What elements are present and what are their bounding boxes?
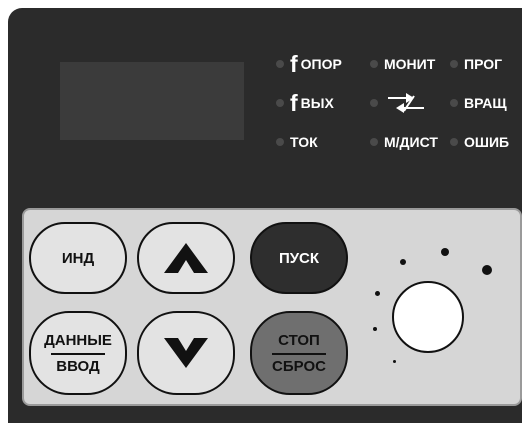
f-symbol: f [290,89,298,116]
led-f-opor [276,60,284,68]
led-f-vyh [276,99,284,107]
indicator-label: М/ДИСТ [384,134,438,150]
led-monit [370,60,378,68]
led-prog [450,60,458,68]
separator-line [272,352,326,355]
up-button[interactable] [137,222,235,294]
indicator-m-dist: М/ДИСТ [370,131,438,153]
dannye-label: ДАННЫЕ [44,331,112,349]
indicator-vrash: ВРАЩ [450,92,507,114]
scale-dot [441,248,449,256]
indicator-label: ОШИБ [464,134,510,150]
led-direction [370,99,378,107]
scale-dot [373,327,377,331]
indicator-monit: МОНИТ [370,53,435,75]
separator-line [51,352,105,355]
indicator-label: ОПОР [300,56,342,72]
vvod-label: ВВОД [56,357,100,375]
ind-button[interactable]: ИНД [29,222,127,294]
stop-sbros-button[interactable]: СТОП СБРОС [250,311,348,395]
indicator-label: МОНИТ [384,56,436,72]
led-m-dist [370,138,378,146]
indicator-oshib: ОШИБ [450,131,509,153]
indicator-f-opor: f ОПОР [276,50,342,77]
pusk-button[interactable]: ПУСК [250,222,348,294]
stop-label: СТОП [278,331,320,349]
sbros-label: СБРОС [272,357,326,375]
indicator-label: ТОК [290,134,318,150]
scale-dot [375,291,380,296]
down-button[interactable] [137,311,235,395]
scale-dot [393,360,396,363]
dannye-vvod-button[interactable]: ДАННЫЕ ВВОД [29,311,127,395]
frequency-knob[interactable] [392,281,464,353]
led-vrash [450,99,458,107]
indicator-label: ПРОГ [464,56,503,72]
f-symbol: f [290,50,298,77]
pusk-label: ПУСК [278,249,320,267]
indicator-label: ВЫХ [300,95,334,111]
lcd-display [60,62,244,140]
indicator-f-vyh: f ВЫХ [276,89,334,116]
ind-label: ИНД [61,249,95,267]
scale-dot [400,259,406,265]
led-tok [276,138,284,146]
indicator-direction [370,92,426,114]
down-arrow-icon [164,338,208,368]
indicator-tok: ТОК [276,131,318,153]
indicator-prog: ПРОГ [450,53,502,75]
up-arrow-icon [164,243,208,273]
indicator-label: ВРАЩ [464,95,507,111]
scale-dot [482,265,492,275]
forward-reverse-arrows-icon [388,93,424,113]
led-oshib [450,138,458,146]
